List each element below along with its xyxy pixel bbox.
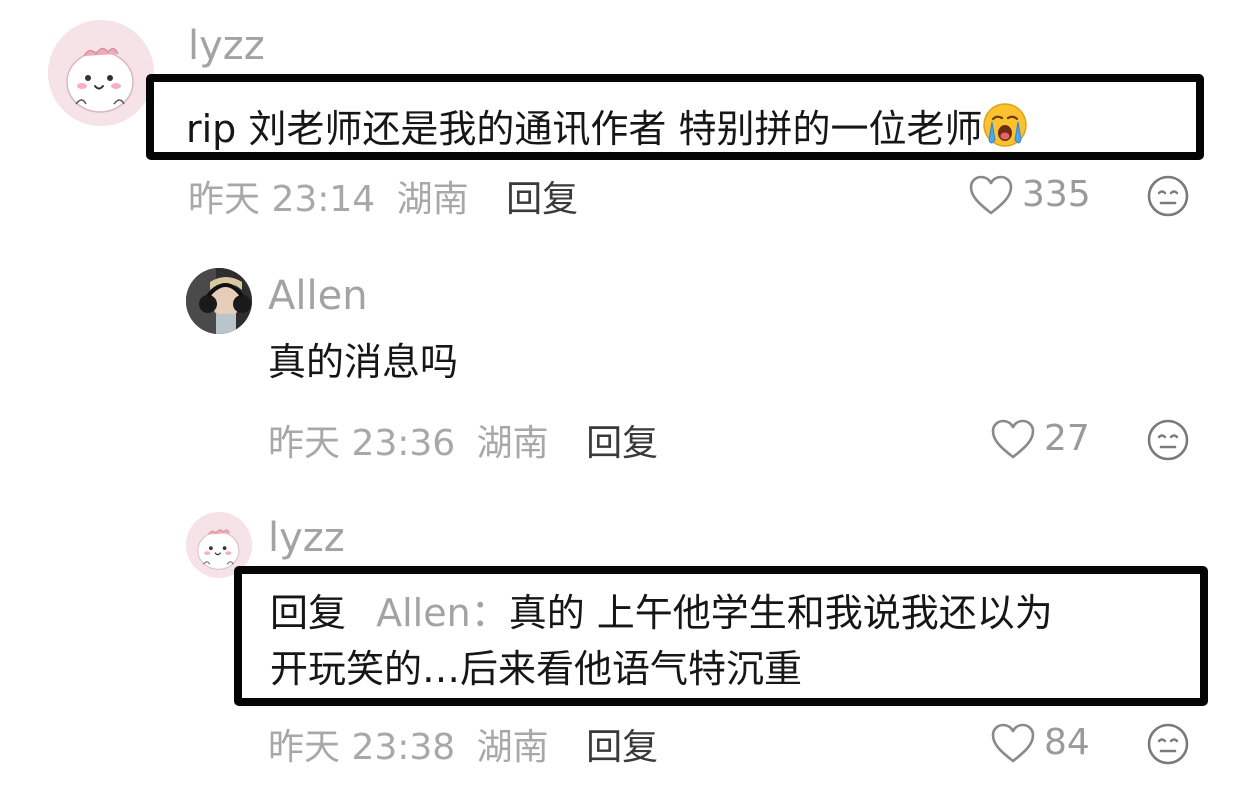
like-count: 27 [1044, 418, 1090, 459]
neutral-face-icon [1147, 175, 1189, 217]
comment-username[interactable]: Allen [268, 276, 368, 316]
user-photo-icon [186, 268, 252, 334]
neutral-face-icon [1147, 419, 1189, 461]
comment-text: rip 刘老师还是我的通讯作者 特别拼的一位老师 [186, 102, 1028, 154]
like-button[interactable]: 335 [968, 174, 1091, 216]
like-count: 84 [1044, 722, 1090, 763]
highlight-box: rip 刘老师还是我的通讯作者 特别拼的一位老师 [146, 74, 1204, 160]
reply-button[interactable]: 回复 [506, 179, 578, 220]
reply-colon: ： [470, 591, 509, 635]
heart-outline-icon [991, 419, 1035, 459]
like-count: 335 [1022, 174, 1091, 215]
reply-mention[interactable]: Allen [376, 591, 471, 635]
comment-username[interactable]: lyzz [188, 26, 265, 66]
comment-meta: 昨天 23:14 湖南 回复 [188, 182, 578, 218]
comment-location: 湖南 [476, 423, 549, 464]
reply-button[interactable]: 回复 [586, 727, 658, 768]
avatar-lyzz[interactable] [48, 20, 154, 126]
comment-text-body: rip 刘老师还是我的通讯作者 特别拼的一位老师 [186, 107, 983, 151]
comment-text: 真的消息吗 [268, 340, 459, 384]
loudly-crying-face-icon [982, 102, 1028, 154]
dislike-button[interactable] [1146, 418, 1190, 462]
comment-username[interactable]: lyzz [268, 518, 345, 558]
reply-prefix: 回复 [270, 591, 347, 635]
comment-meta: 昨天 23:38 湖南 回复 [268, 730, 658, 766]
comment-text-body: 真的 上午他学生和我说我还以为 [508, 591, 1053, 635]
dislike-button[interactable] [1146, 722, 1190, 766]
dino-avatar-icon [48, 20, 154, 126]
like-button[interactable]: 84 [990, 722, 1090, 764]
like-button[interactable]: 27 [990, 418, 1090, 460]
avatar-allen[interactable] [186, 268, 252, 334]
comment-time: 昨天 23:38 [268, 727, 456, 768]
comment-meta: 昨天 23:36 湖南 回复 [268, 426, 658, 462]
reply-button[interactable]: 回复 [586, 423, 658, 464]
comment-text-body: 开玩笑的…后来看他语气特沉重 [270, 647, 803, 691]
highlight-box: 回复 Allen：真的 上午他学生和我说我还以为 开玩笑的…后来看他语气特沉重 [234, 566, 1208, 706]
comment-time: 昨天 23:36 [268, 423, 456, 464]
dislike-button[interactable] [1146, 174, 1190, 218]
neutral-face-icon [1147, 723, 1189, 765]
heart-outline-icon [991, 723, 1035, 763]
comment-text-line: 回复 Allen：真的 上午他学生和我说我还以为 [270, 594, 1053, 632]
comment-time: 昨天 23:14 [188, 179, 376, 220]
heart-outline-icon [969, 175, 1013, 215]
comment-location: 湖南 [476, 727, 549, 768]
comment-location: 湖南 [396, 179, 469, 220]
comment-text-line: 开玩笑的…后来看他语气特沉重 [270, 650, 802, 688]
